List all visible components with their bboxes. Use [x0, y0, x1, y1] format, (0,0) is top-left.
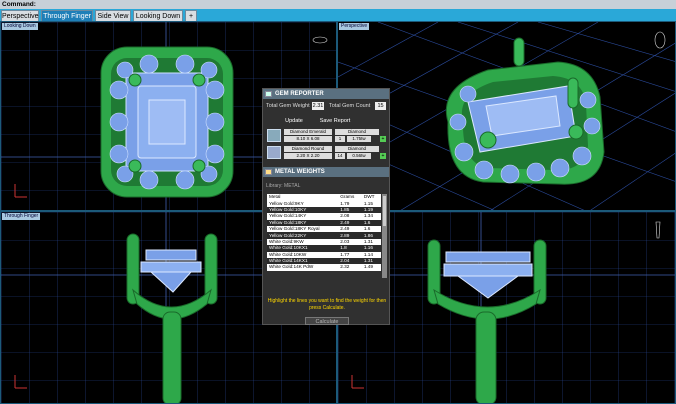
gem-weight: 0.56tw [347, 153, 371, 159]
gem-reporter-title: GEM REPORTER [275, 91, 324, 97]
table-scrollbar[interactable] [382, 194, 387, 278]
tab-add-button[interactable]: + [185, 10, 197, 21]
gem-size: 2.20 X 2.20 [284, 153, 332, 159]
add-gem-icon[interactable]: + [380, 136, 386, 142]
gem-row[interactable]: Diamond Emerald Diamond 8.10 X 6.08 1 1.… [267, 128, 386, 143]
gem-row[interactable]: Diamond Round Diamond 2.20 X 2.20 14 0.5… [267, 145, 386, 160]
gem-reporter-panel[interactable]: GEM REPORTER Total Gem Weight 2.31 Total… [262, 88, 390, 325]
metal-name: White Gold:14K PdW [267, 264, 339, 271]
tab-side-view[interactable]: Side View [95, 10, 131, 21]
total-gem-count-value: 15 [375, 102, 386, 110]
scrollbar-thumb[interactable] [383, 196, 386, 226]
emerald-gem-icon [267, 129, 281, 142]
metal-weights-table[interactable]: Metal Grams DWT Yellow Gold:9KY 1.79 1.15 … [267, 194, 381, 271]
calculate-button[interactable]: Calculate [305, 317, 349, 325]
metal-icon [265, 169, 272, 175]
command-bar[interactable]: Command: [0, 0, 676, 9]
metal-weights-title: METAL WEIGHTS [275, 169, 325, 175]
tab-looking-down[interactable]: Looking Down [133, 10, 183, 21]
viewport-label: Perspective [339, 23, 370, 30]
tab-perspective[interactable]: Perspective [1, 10, 39, 21]
add-gem-icon[interactable]: + [380, 153, 386, 159]
total-gem-weight-value: 2.31 [312, 102, 324, 110]
gem-icon [265, 91, 272, 97]
gem-material: Diamond [335, 146, 379, 152]
metal-dwt: 1.49 [361, 264, 381, 271]
gem-weight: 1.75tw [347, 136, 371, 142]
table-row[interactable]: White Gold:14K PdW 2.32 1.49 [267, 264, 381, 271]
tab-through-finger[interactable]: Through Finger [41, 10, 93, 21]
viewport-label: Through Finger [2, 213, 41, 220]
viewport-label: Looking Down [2, 23, 38, 30]
gem-material: Diamond [335, 129, 379, 135]
gem-count: 14 [335, 153, 345, 159]
gem-name: Diamond Emerald [284, 129, 332, 135]
gem-name: Diamond Round [284, 146, 332, 152]
gem-reporter-header[interactable]: GEM REPORTER [263, 89, 389, 99]
metal-library-label: Library: METAL [266, 183, 301, 189]
total-gem-count-label: Total Gem Count [329, 103, 371, 109]
update-button[interactable]: Update [281, 117, 307, 125]
tab-bar: Perspective Through Finger Side View Loo… [0, 9, 676, 21]
calculate-hint: Highlight the lines you want to find the… [267, 298, 387, 311]
total-gem-weight-label: Total Gem Weight [266, 103, 310, 109]
metal-weights-header[interactable]: METAL WEIGHTS [263, 167, 389, 177]
save-report-button[interactable]: Save Report [315, 117, 355, 125]
round-gem-icon [267, 146, 281, 159]
metal-grams: 2.32 [338, 264, 362, 271]
gem-count: 1 [335, 136, 345, 142]
gem-size: 8.10 X 6.08 [284, 136, 332, 142]
